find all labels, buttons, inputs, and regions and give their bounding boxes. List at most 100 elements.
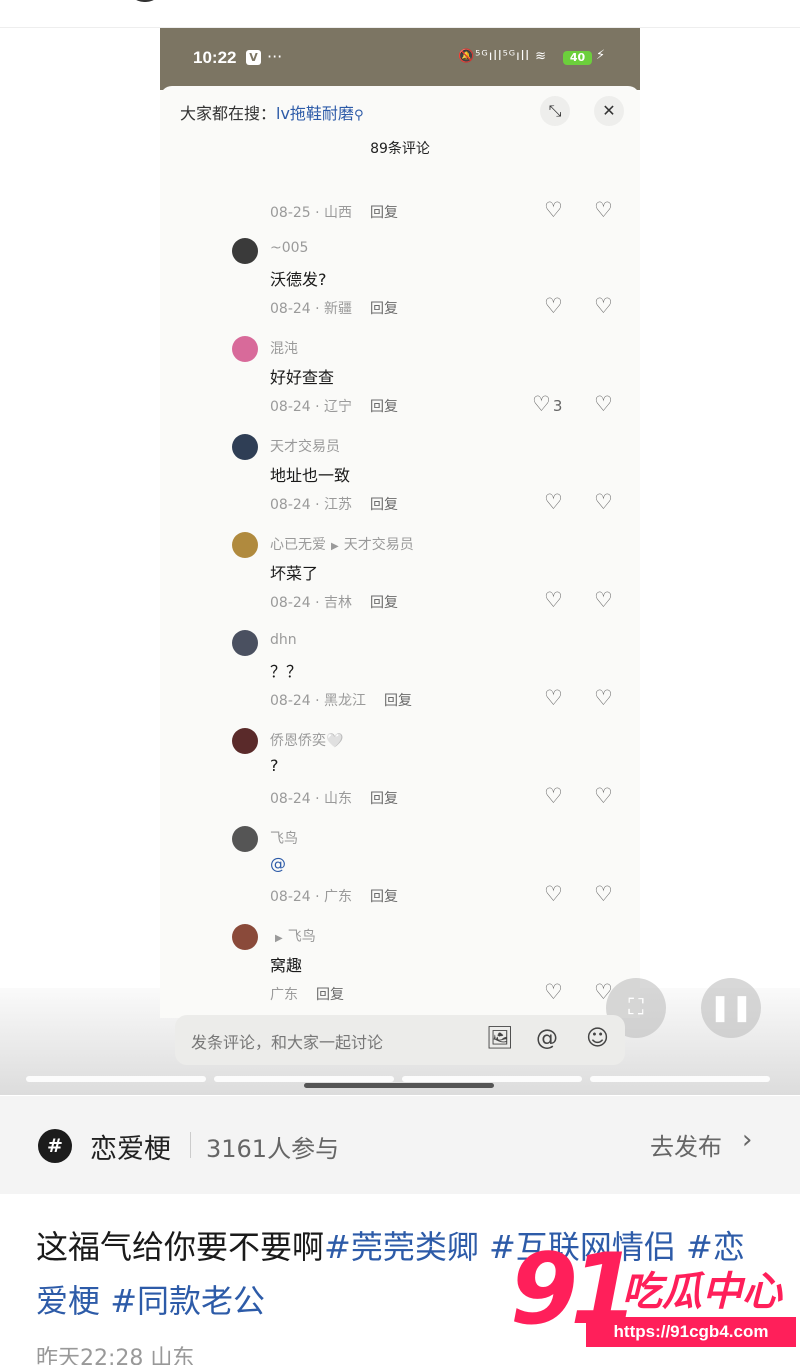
avatar[interactable] xyxy=(232,630,258,656)
like-icon[interactable]: ♡ xyxy=(544,198,563,222)
image-icon[interactable]: 🖼 xyxy=(486,1026,514,1051)
home-indicator xyxy=(304,1083,494,1088)
like-count: 3 xyxy=(552,397,563,415)
status-time: 10:22 xyxy=(193,48,237,67)
like-icon[interactable]: ♡ xyxy=(544,784,563,808)
dislike-icon[interactable]: ♡ xyxy=(594,686,613,710)
watermark-text: 吃瓜中心 xyxy=(622,1269,782,1315)
topic-bar[interactable]: # 恋爱梗 3161人参与 去发布 › xyxy=(0,1096,800,1194)
composer-placeholder: 发条评论，和大家一起讨论 xyxy=(191,1033,384,1052)
top-band xyxy=(0,0,800,28)
reply-button[interactable]: 回复 xyxy=(370,205,398,221)
avatar[interactable] xyxy=(232,532,258,558)
search-prefix: 大家都在搜： xyxy=(180,104,277,123)
mention-icon[interactable]: @ xyxy=(536,1026,558,1051)
comment-text: 窝趣 xyxy=(270,956,303,975)
comment-username[interactable]: 侨恩侨奕🤍 xyxy=(270,730,343,750)
comment-text: 沃德发? xyxy=(270,270,327,289)
dislike-icon[interactable]: ♡ xyxy=(594,392,613,416)
reply-button[interactable]: 回复 xyxy=(370,399,398,415)
progress-segment xyxy=(402,1076,582,1082)
post-time: 昨天22:28 山东 xyxy=(36,1346,195,1365)
dislike-icon[interactable]: ♡ xyxy=(594,784,613,808)
dislike-icon[interactable]: ♡ xyxy=(594,490,613,514)
like-icon[interactable]: ♡ xyxy=(544,588,563,612)
comment-meta: 08-24 · 广东 回复 xyxy=(270,889,399,905)
charging-icon: ⚡ xyxy=(596,48,606,63)
reply-button[interactable]: 回复 xyxy=(370,497,398,513)
comment-item[interactable]: 侨恩侨奕🤍? 08-24 · 山东 回复 ♡ ♡ xyxy=(232,728,632,826)
comment-username[interactable]: 心已无爱 ▶ 天才交易员 xyxy=(270,534,414,554)
comment-item[interactable]: 天才交易员 地址也一致 08-24 · 江苏 回复 ♡ ♡ xyxy=(232,434,632,532)
dislike-icon[interactable]: ♡ xyxy=(594,294,613,318)
comment-text: 坏菜了 xyxy=(270,564,319,583)
comment-text: ? xyxy=(270,756,279,775)
like-icon[interactable]: ♡ xyxy=(544,980,563,1004)
reply-button[interactable]: 回复 xyxy=(370,791,398,807)
dislike-icon[interactable]: ♡ xyxy=(594,198,613,222)
reply-button[interactable]: 回复 xyxy=(370,889,398,905)
progress-segment xyxy=(214,1076,394,1082)
hashtag-link[interactable]: #同款老公 xyxy=(110,1282,265,1320)
chevron-right-icon[interactable]: › xyxy=(742,1125,752,1155)
comment-composer[interactable]: 发条评论，和大家一起讨论 🖼 @ ☺ xyxy=(175,1015,625,1065)
avatar[interactable] xyxy=(232,434,258,460)
reply-button[interactable]: 回复 xyxy=(384,693,412,709)
like-icon[interactable]: ♡ xyxy=(544,294,563,318)
comment-text: ？？ xyxy=(270,662,303,681)
comment-meta: 08-24 · 山东 回复 xyxy=(270,791,399,807)
reply-button[interactable]: 回复 xyxy=(370,301,398,317)
comments-sheet: 大家都在搜：lv拖鞋耐磨⚲ ⤡ ✕ 89条评论 08-25 · 山西 回复 ♡ ♡… xyxy=(160,86,640,1018)
comment-meta: 08-24 · 黑龙江 回复 xyxy=(270,693,413,709)
avatar[interactable] xyxy=(232,728,258,754)
emoji-icon[interactable]: ☺ xyxy=(586,1026,609,1051)
publish-button[interactable]: 去发布 xyxy=(650,1127,722,1162)
comment-item[interactable]: 混沌 好好查查 08-24 · 辽宁 回复 ♡ 3 ♡ xyxy=(232,336,632,434)
search-suggestion[interactable]: 大家都在搜：lv拖鞋耐磨⚲ xyxy=(180,100,363,124)
top-arc-decoration xyxy=(128,0,162,2)
comment-username[interactable]: 混沌 xyxy=(270,338,298,358)
comment-text: @ xyxy=(270,854,286,873)
avatar[interactable] xyxy=(232,924,258,950)
dislike-icon[interactable]: ♡ xyxy=(594,882,613,906)
comment-text: 好好查查 xyxy=(270,368,335,387)
like-icon[interactable]: ♡ xyxy=(544,882,563,906)
comment-item[interactable]: 心已无爱 ▶ 天才交易员 坏菜了 08-24 · 吉林 回复 ♡ ♡ xyxy=(232,532,632,630)
reply-button[interactable]: 回复 xyxy=(316,987,344,1003)
comment-meta: 广东 回复 xyxy=(270,987,344,1003)
search-keyword[interactable]: lv拖鞋耐磨 xyxy=(276,104,354,123)
comment-username[interactable]: 飞鸟 xyxy=(270,828,298,848)
divider xyxy=(190,1132,191,1158)
hashtag-icon: # xyxy=(38,1129,72,1163)
comment-item[interactable]: ▶ 飞鸟 窝趣 广东 回复 ♡ ♡ xyxy=(232,924,632,1018)
progress-segment xyxy=(26,1076,206,1082)
collapse-icon[interactable]: ⤡ xyxy=(540,96,570,126)
like-icon[interactable]: ♡ xyxy=(544,686,563,710)
comment-meta: 08-24 · 吉林 回复 xyxy=(270,595,399,611)
pause-icon[interactable]: ❚❚ xyxy=(701,978,761,1038)
like-icon[interactable]: ♡ 3 xyxy=(532,392,562,416)
close-icon[interactable]: ✕ xyxy=(594,96,624,126)
comment-username[interactable]: 天才交易员 xyxy=(270,436,340,456)
comment-username[interactable]: dhn xyxy=(270,632,297,648)
comment-meta: 08-25 · 山西 回复 xyxy=(270,205,399,221)
comment-item[interactable]: ~005 沃德发? 08-24 · 新疆 回复 ♡ ♡ xyxy=(232,238,632,336)
avatar[interactable] xyxy=(232,336,258,362)
comment-item[interactable]: dhn ？？ 08-24 · 黑龙江 回复 ♡ ♡ xyxy=(232,630,632,728)
hashtag-link[interactable]: #莞莞类卿 xyxy=(324,1228,479,1266)
signal-icons: 🔕⁵ᴳıll⁵ᴳıll ≋ xyxy=(458,49,547,64)
search-icon: ⚲ xyxy=(353,108,364,123)
dislike-icon[interactable]: ♡ xyxy=(594,588,613,612)
comment-item[interactable]: 飞鸟 @08-24 · 广东 回复 ♡ ♡ xyxy=(232,826,632,924)
reply-arrow-icon: ▶ xyxy=(331,541,339,552)
avatar[interactable] xyxy=(232,238,258,264)
watermark-url: https://91cgb4.com xyxy=(586,1317,796,1347)
like-icon[interactable]: ♡ xyxy=(544,490,563,514)
comment-username[interactable]: ▶ 飞鸟 xyxy=(270,926,316,946)
reply-button[interactable]: 回复 xyxy=(370,595,398,611)
avatar[interactable] xyxy=(232,826,258,852)
progress-segment xyxy=(590,1076,770,1082)
video-frame-screenshot: 10:22 V ··· 🔕⁵ᴳıll⁵ᴳıll ≋ 40 ⚡ 大家都在搜：lv拖… xyxy=(160,28,640,1018)
topic-name[interactable]: 恋爱梗 xyxy=(90,1127,171,1166)
comment-username[interactable]: ~005 xyxy=(270,240,308,256)
